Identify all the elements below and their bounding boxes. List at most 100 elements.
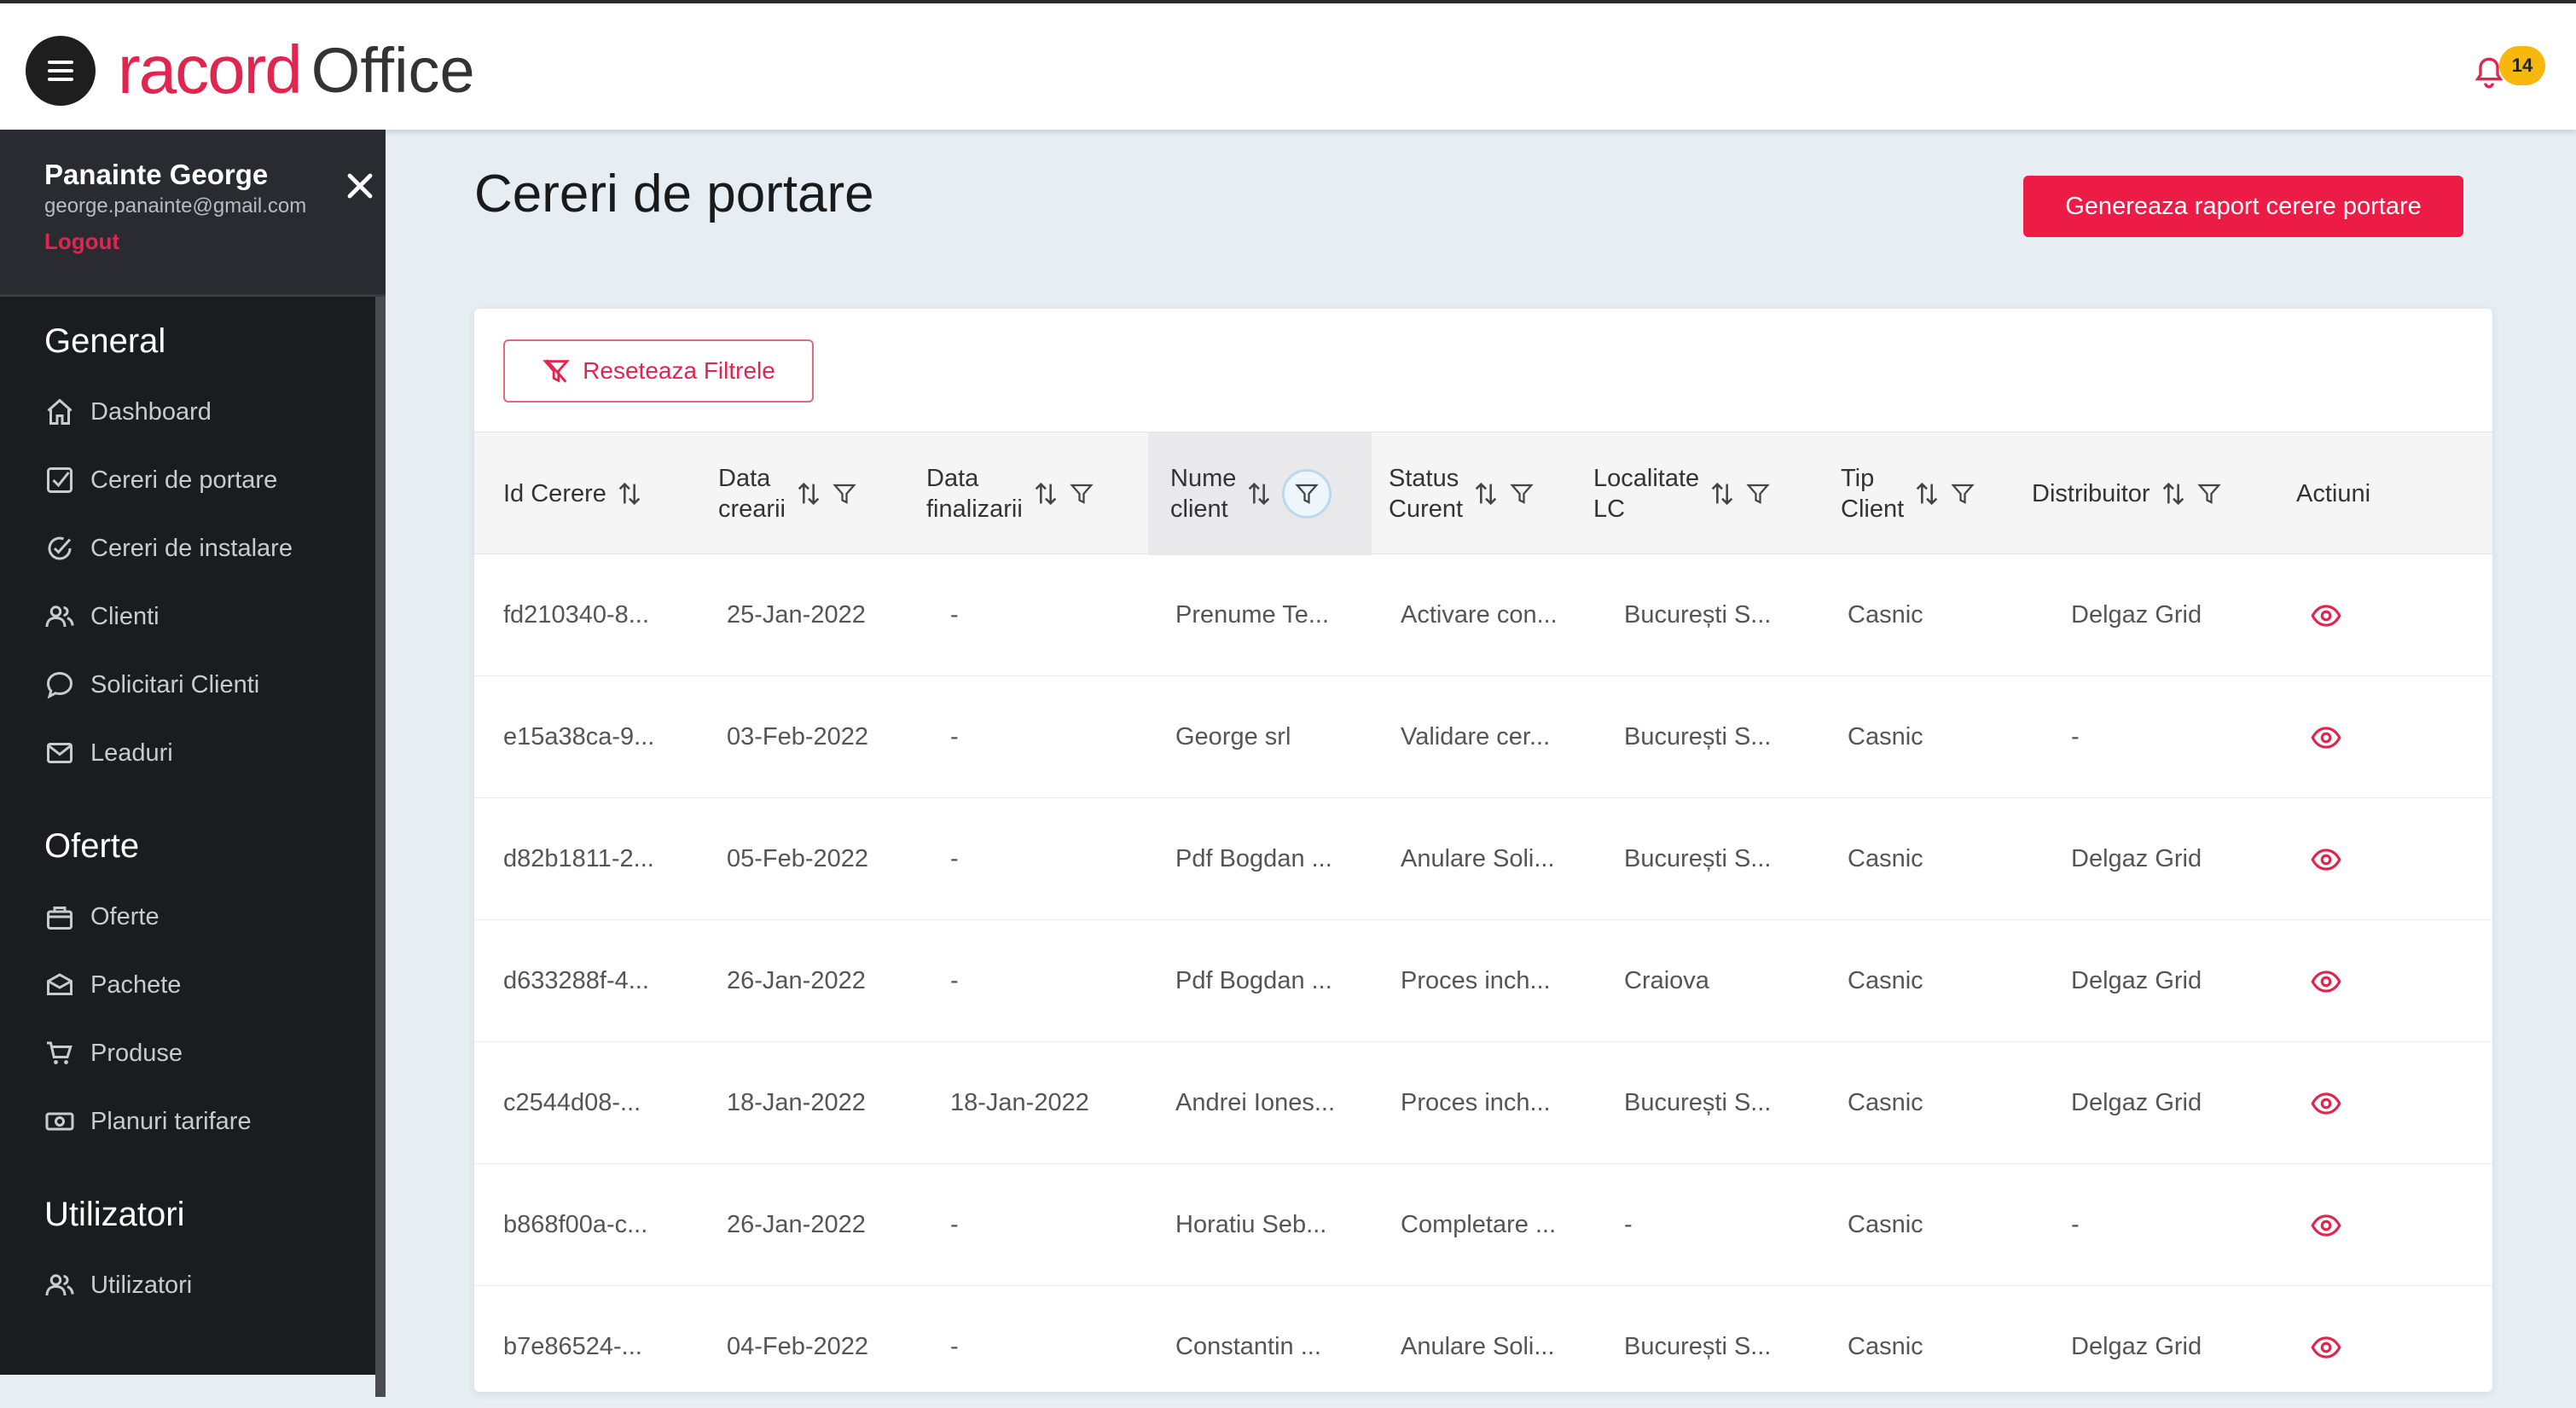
filter-icon (1295, 484, 1320, 504)
view-action[interactable] (2310, 920, 2342, 1042)
sidebar-item-label: Oferte (90, 902, 160, 930)
eye-icon[interactable] (2310, 965, 2342, 998)
table-cell: Anulare Soli... (1401, 1333, 1555, 1360)
table-cell: - (950, 967, 959, 994)
view-action[interactable] (2310, 1164, 2342, 1286)
eye-icon[interactable] (2310, 721, 2342, 754)
sidebar-item-oferte[interactable]: Oferte (44, 897, 160, 936)
eye-icon[interactable] (2310, 1209, 2342, 1242)
sidebar-item-cereri-portare[interactable]: Cereri de portare (44, 461, 277, 500)
sidebar-item-clienti[interactable]: Clienti (44, 597, 160, 636)
sidebar-item-planuri-tarifare[interactable]: Planuri tarifare (44, 1102, 252, 1141)
table-row[interactable]: fd210340-8... 25-Jan-2022 - Prenume Te... Ac… (474, 554, 2492, 676)
table-row[interactable]: c2544d08-... 18-Jan-2022 18-Jan-2022 Andrei… (474, 1042, 2492, 1164)
table-cell: Delgaz Grid (2071, 1089, 2202, 1116)
table-cell: București S... (1624, 845, 1772, 872)
filter-icon[interactable] (2196, 479, 2222, 508)
filter-icon[interactable] (1509, 479, 1535, 508)
column-header-tip-client[interactable]: Tip Client (1841, 432, 2028, 555)
table-cell: d82b1811-2... (503, 845, 654, 872)
column-header-actiuni: Actiuni (2296, 432, 2467, 555)
column-header-data-crearii[interactable]: Data crearii (718, 432, 931, 555)
table-cell: - (950, 723, 959, 750)
table-cell: Casnic (1848, 967, 1923, 994)
table-row[interactable]: d82b1811-2... 05-Feb-2022 - Pdf Bogdan ... A… (474, 798, 2492, 920)
table-row[interactable]: b868f00a-c... 26-Jan-2022 - Horatiu Seb... C… (474, 1164, 2492, 1286)
sidebar-item-dashboard[interactable]: Dashboard (44, 392, 212, 432)
sidebar-item-cereri-instalare[interactable]: Cereri de instalare (44, 529, 293, 568)
table-cell: fd210340-8... (503, 601, 649, 629)
user-name: Panainte George (44, 159, 269, 190)
view-action[interactable] (2310, 554, 2342, 676)
sidebar-item-produse[interactable]: Produse (44, 1034, 183, 1073)
sidebar-item-label: Planuri tarifare (90, 1107, 252, 1135)
sidebar-item-label: Cereri de portare (90, 466, 278, 494)
column-header-localitate-lc[interactable]: Localitate LC (1593, 432, 1832, 555)
sort-icon[interactable] (1473, 479, 1499, 508)
column-label: Tip Client (1841, 465, 1905, 523)
filter-button-focused[interactable] (1282, 469, 1332, 519)
table-cell: - (2071, 723, 2080, 750)
column-label: Nume client (1170, 465, 1237, 523)
sort-icon[interactable] (1246, 479, 1272, 508)
reset-filters-button[interactable]: Reseteaza Filtrele (503, 339, 814, 403)
column-header-id-cerere[interactable]: Id Cerere (503, 432, 699, 555)
filter-icon[interactable] (1069, 479, 1094, 508)
notification-count-badge[interactable]: 14 (2499, 46, 2545, 85)
filter-icon[interactable] (832, 479, 857, 508)
sidebar-item-solicitari-clienti[interactable]: Solicitari Clienti (44, 665, 259, 704)
sidebar-item-utilizatori[interactable]: Utilizatori (44, 1266, 192, 1305)
eye-icon[interactable] (2310, 600, 2342, 632)
column-label: Distribuitor (2032, 480, 2150, 507)
sidebar-scrollbar[interactable] (375, 297, 386, 1397)
eye-icon[interactable] (2310, 843, 2342, 876)
checkbox-icon (47, 467, 73, 493)
eye-icon[interactable] (2310, 1087, 2342, 1120)
table-cell: Proces inch... (1401, 1089, 1551, 1116)
check-circle-icon (48, 536, 72, 560)
filter-icon[interactable] (1950, 479, 1976, 508)
sort-icon[interactable] (1709, 479, 1735, 508)
column-header-distribuitor[interactable]: Distribuitor (2032, 432, 2288, 555)
sort-icon[interactable] (617, 479, 642, 508)
filter-icon[interactable] (1745, 479, 1771, 508)
sort-icon[interactable] (2161, 479, 2186, 508)
table-row[interactable]: e15a38ca-9... 03-Feb-2022 - George srl Valid… (474, 676, 2492, 798)
view-action[interactable] (2310, 676, 2342, 798)
table-cell: București S... (1624, 723, 1772, 750)
table-cell: 18-Jan-2022 (950, 1089, 1089, 1116)
view-action[interactable] (2310, 798, 2342, 920)
column-label: Status Curent (1389, 465, 1464, 523)
logout-link[interactable]: Logout (44, 229, 119, 255)
column-header-nume-client[interactable]: Nume client (1148, 432, 1372, 555)
hamburger-menu-button[interactable] (26, 36, 96, 106)
sort-icon[interactable] (1033, 479, 1059, 508)
generate-report-button[interactable]: Genereaza raport cerere portare (2023, 176, 2463, 237)
table-cell: Casnic (1848, 1089, 1923, 1116)
sort-icon[interactable] (1914, 479, 1940, 508)
table-cell: Andrei Iones... (1175, 1089, 1335, 1116)
sidebar-item-pachete[interactable]: Pachete (44, 965, 181, 1005)
table-row[interactable]: b7e86524-... 04-Feb-2022 - Constantin ... An… (474, 1286, 2492, 1408)
table-cell: 03-Feb-2022 (727, 723, 869, 750)
sidebar-item-label: Dashboard (90, 397, 212, 426)
brand-logo[interactable]: racord Office (118, 32, 475, 107)
table-row[interactable]: d633288f-4... 26-Jan-2022 - Pdf Bogdan ... P… (474, 920, 2492, 1042)
section-title-general: General (44, 322, 166, 360)
eye-icon[interactable] (2310, 1331, 2342, 1364)
sidebar-item-leaduri[interactable]: Leaduri (44, 733, 173, 773)
table-cell: - (950, 601, 959, 629)
column-header-status-curent[interactable]: Status Curent (1389, 432, 1593, 555)
section-title-oferte: Oferte (44, 827, 140, 865)
table-cell: Horatiu Seb... (1175, 1211, 1327, 1238)
column-header-data-finalizarii[interactable]: Data finalizarii (926, 432, 1148, 555)
section-title-utilizatori: Utilizatori (44, 1196, 185, 1233)
table-cell: Casnic (1848, 601, 1923, 629)
view-action[interactable] (2310, 1042, 2342, 1164)
view-action[interactable] (2310, 1286, 2342, 1408)
sort-icon[interactable] (796, 479, 821, 508)
table-cell: - (950, 1333, 959, 1360)
column-label: Id Cerere (503, 480, 606, 507)
table-cell: Anulare Soli... (1401, 845, 1555, 872)
close-icon[interactable] (343, 169, 377, 203)
